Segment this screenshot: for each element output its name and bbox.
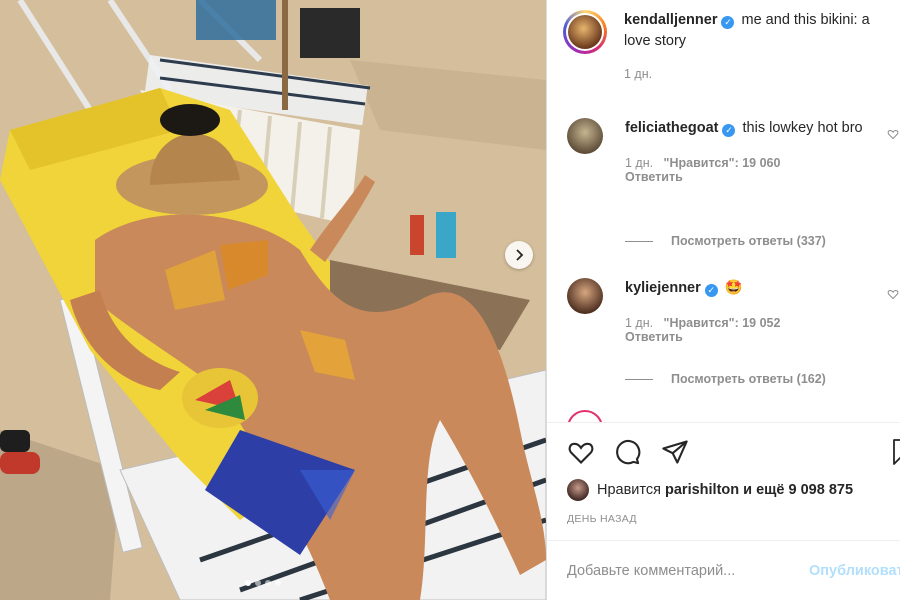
comment-item: kyliejenner ✓ 🤩 1 дн. "Нравится": 19 052 …: [567, 278, 899, 344]
view-replies-label: Посмотреть ответы (162): [671, 372, 826, 386]
verified-icon: ✓: [721, 16, 735, 29]
comment-likes[interactable]: "Нравится": 19 060: [664, 156, 781, 170]
liker-username[interactable]: parishilton: [665, 482, 739, 498]
share-icon[interactable]: [661, 438, 689, 466]
post-date: ДЕНЬ НАЗАД: [567, 513, 637, 525]
carousel-dot: [255, 580, 261, 586]
comment-bar: Добавьте комментарий... Опубликовать: [547, 540, 900, 601]
comment-meta: 1 дн. "Нравится": 19 052: [625, 316, 875, 330]
carousel-indicator: [245, 580, 281, 586]
commenter-avatar[interactable]: [567, 118, 603, 154]
carousel-next-button[interactable]: [505, 241, 533, 269]
comment-body: this lowkey hot bro: [742, 120, 863, 136]
author-avatar[interactable]: [563, 10, 607, 54]
bookmark-icon[interactable]: [891, 438, 900, 466]
likes-count[interactable]: и ещё 9 098 875: [743, 482, 853, 498]
comment-time: 1 дн.: [625, 316, 654, 330]
next-comment-avatar: [567, 410, 603, 422]
carousel-dot: [275, 580, 281, 586]
beach-photo-illustration: [0, 0, 546, 600]
author-username[interactable]: kendalljenner: [624, 12, 717, 28]
commenter-avatar[interactable]: [567, 278, 603, 314]
reply-button[interactable]: Ответить: [625, 330, 875, 344]
post-photo[interactable]: [0, 0, 546, 600]
view-replies-button[interactable]: Посмотреть ответы (337): [625, 234, 826, 248]
heart-icon[interactable]: [567, 438, 595, 466]
caption-text: kendalljenner ✓ me and this bikini: a lov…: [624, 10, 894, 52]
carousel-dot: [265, 580, 271, 586]
carousel-dot: [245, 580, 251, 586]
likes-prefix: Нравится: [597, 482, 661, 498]
view-replies-label: Посмотреть ответы (337): [671, 234, 826, 248]
caption-row: kendalljenner ✓ me and this bikini: a lov…: [563, 10, 900, 81]
likes-summary: Нравится parishilton и ещё 9 098 875: [567, 479, 853, 501]
verified-icon: ✓: [704, 284, 718, 297]
reply-button[interactable]: Ответить: [625, 170, 875, 184]
comment-likes[interactable]: "Нравится": 19 052: [664, 316, 781, 330]
action-bar: [547, 422, 900, 465]
liker-avatar[interactable]: [567, 479, 589, 501]
comment-meta: 1 дн. "Нравится": 19 060: [625, 156, 875, 170]
comment-body: 🤩: [724, 280, 743, 296]
comment-icon[interactable]: [613, 438, 641, 466]
comment-input[interactable]: Добавьте комментарий...: [567, 563, 735, 579]
comment-item: feliciathegoat ✓ this lowkey hot bro 1 дн…: [567, 118, 899, 184]
caption-time: 1 дн.: [624, 67, 653, 81]
commenter-username[interactable]: kyliejenner: [625, 280, 701, 296]
verified-icon: ✓: [722, 124, 736, 137]
commenter-username[interactable]: feliciathegoat: [625, 120, 718, 136]
chevron-right-icon: [516, 249, 524, 261]
like-comment-heart-icon[interactable]: [887, 288, 899, 300]
post-details-panel: kendalljenner ✓ me and this bikini: a lov…: [546, 0, 900, 600]
view-replies-button[interactable]: Посмотреть ответы (162): [625, 372, 826, 386]
comment-text: kyliejenner ✓ 🤩: [625, 278, 875, 299]
publish-button[interactable]: Опубликовать: [809, 563, 900, 579]
comment-text: feliciathegoat ✓ this lowkey hot bro: [625, 118, 875, 139]
comment-time: 1 дн.: [625, 156, 654, 170]
like-comment-heart-icon[interactable]: [887, 128, 899, 140]
